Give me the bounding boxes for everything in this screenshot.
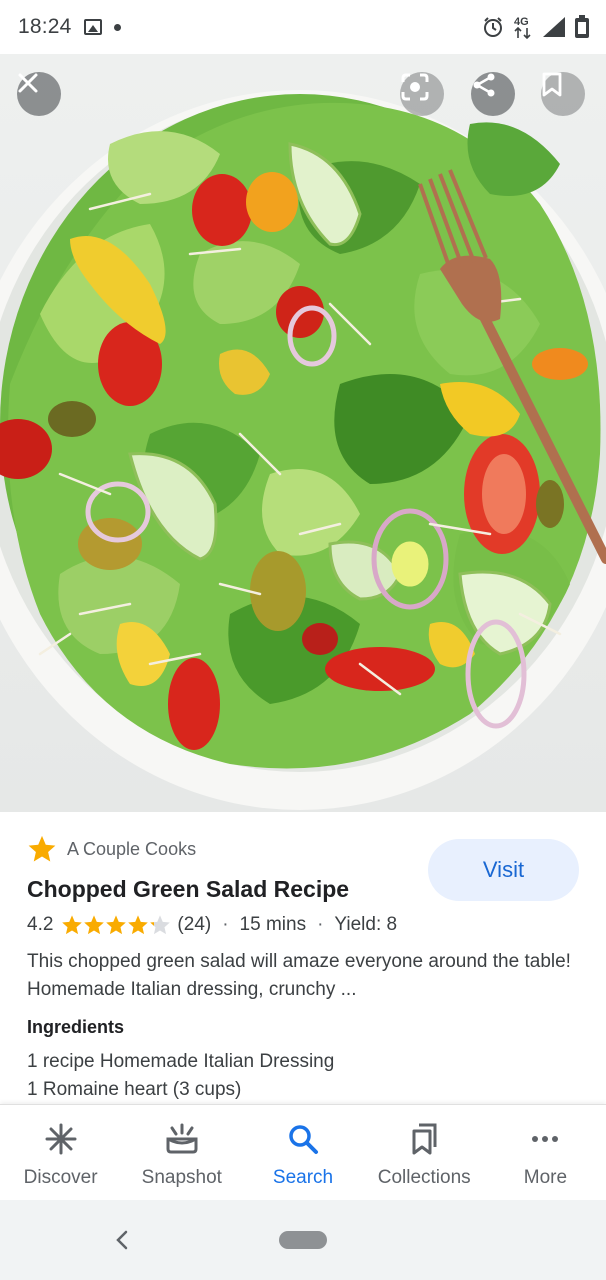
bookmark-button[interactable] [541, 72, 585, 116]
review-count: (24) [177, 914, 212, 935]
close-button[interactable] [17, 72, 61, 116]
bookmark-icon [542, 72, 562, 97]
image-icon [83, 19, 102, 35]
search-icon [289, 1125, 318, 1154]
rating-stars [61, 914, 171, 936]
signal-icon [543, 17, 565, 37]
recipe-yield: Yield: 8 [334, 914, 398, 935]
snapshot-icon [166, 1123, 198, 1154]
nav-collections[interactable]: Collections [364, 1105, 485, 1200]
rating-value: 4.2 [27, 914, 54, 935]
lens-icon [401, 73, 429, 101]
ingredient-item: 1 Romaine heart (3 cups) [27, 1079, 242, 1100]
nav-label: Snapshot [141, 1167, 222, 1188]
salad-illustration [0, 90, 606, 810]
back-icon[interactable] [110, 1226, 134, 1254]
separator: · [317, 914, 324, 935]
discover-icon [45, 1123, 77, 1155]
recipe-title[interactable]: Chopped Green Salad Recipe [27, 876, 349, 903]
source-name: A Couple Cooks [67, 838, 197, 859]
rating-star-icon [62, 915, 83, 935]
notification-dot-icon [113, 23, 121, 31]
rating-star-icon [128, 915, 149, 935]
nav-label: Search [272, 1167, 334, 1188]
nav-label: More [523, 1167, 568, 1188]
status-right: 4G [482, 14, 590, 40]
home-pill[interactable] [279, 1231, 327, 1249]
nav-discover[interactable]: Discover [0, 1105, 121, 1200]
battery-icon [575, 15, 589, 38]
visit-button[interactable]: Visit [428, 839, 579, 901]
collections-icon [412, 1123, 437, 1155]
ingredients-heading: Ingredients [27, 1017, 125, 1037]
nav-more[interactable]: More [485, 1105, 606, 1200]
network-label: 4G [514, 16, 529, 28]
cook-time: 15 mins [239, 914, 307, 935]
share-icon [473, 73, 495, 97]
more-icon [532, 1136, 559, 1142]
close-icon [18, 73, 38, 93]
source-row[interactable]: A Couple Cooks [27, 834, 196, 864]
recipe-snippet: This chopped green salad will amaze ever… [27, 951, 571, 1000]
ingredient-item: 1 recipe Homemade Italian Dressing [27, 1051, 335, 1072]
system-navigation-bar [0, 1200, 606, 1280]
status-bar: 18:24 4G [0, 0, 606, 54]
rating-star-icon [84, 915, 105, 935]
bottom-navigation: Discover Snapshot Search Collections Mor… [0, 1104, 606, 1200]
rating-star-icon [150, 915, 171, 935]
nav-label: Discover [23, 1167, 98, 1188]
source-star-icon [28, 835, 56, 862]
recipe-card: A Couple Cooks Visit Chopped Green Salad… [0, 812, 606, 1104]
nav-snapshot[interactable]: Snapshot [121, 1105, 242, 1200]
network-4g-icon: 4G [514, 16, 531, 40]
alarm-icon [484, 17, 502, 37]
share-button[interactable] [471, 72, 515, 116]
recipe-image[interactable] [0, 54, 606, 812]
nav-label: Collections [377, 1167, 471, 1188]
lens-button[interactable] [400, 72, 444, 116]
ingredients-list: 1 recipe Homemade Italian Dressing 1 Rom… [27, 1048, 334, 1104]
separator: · [222, 914, 229, 935]
rating-star-icon [106, 915, 127, 935]
status-time: 18:24 [18, 15, 72, 38]
status-left: 18:24 [18, 15, 121, 39]
nav-search[interactable]: Search [242, 1105, 363, 1200]
recipe-meta: 4.2 (24) · 15 mins · Yield: 8 [27, 914, 397, 936]
